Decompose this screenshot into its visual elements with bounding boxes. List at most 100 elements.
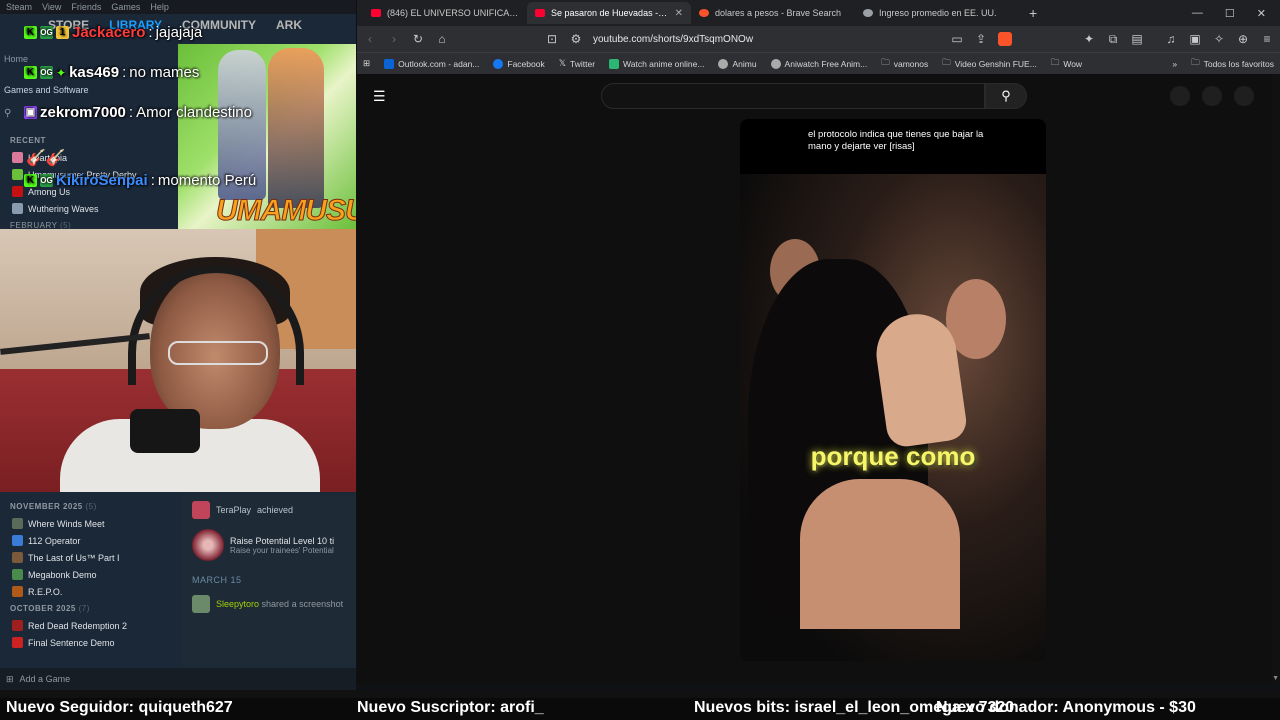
game-icon — [12, 552, 23, 563]
tab-universo[interactable]: (846) EL UNIVERSO UNIFICADO VALV — [363, 2, 527, 24]
game-megabonk[interactable]: Megabonk Demo — [0, 566, 176, 583]
bookmark-twitter[interactable]: 𝕏 Twitter — [559, 58, 595, 69]
site-info-icon[interactable]: ⚙ — [569, 32, 583, 46]
new-tab-button[interactable]: + — [1019, 5, 1047, 21]
game-repo[interactable]: R.E.P.O. — [0, 583, 176, 600]
avatar[interactable] — [1234, 86, 1254, 106]
search-button[interactable]: ⚲ — [985, 83, 1027, 109]
browser-window: (846) EL UNIVERSO UNIFICADO VALV Se pasa… — [357, 0, 1280, 684]
tab-brave-search[interactable]: dolares a pesos - Brave Search — [691, 2, 855, 24]
steam-menu-games[interactable]: Games — [111, 2, 140, 12]
apps-icon[interactable]: ⊞ — [363, 58, 370, 69]
forward-icon[interactable]: › — [387, 32, 401, 46]
maximize-icon[interactable]: ☐ — [1225, 7, 1235, 20]
feed-date: MARCH 15 — [192, 575, 242, 585]
og-badge-icon: OG — [40, 174, 53, 187]
steam-menu-friends[interactable]: Friends — [71, 2, 101, 12]
chat-username: zekrom7000 — [40, 104, 126, 121]
home-icon[interactable]: ⌂ — [435, 32, 449, 46]
bookmark-outlook[interactable]: Outlook.com - adan... — [384, 58, 479, 69]
cast-icon[interactable]: ▭ — [950, 32, 964, 46]
bookmark-aniwatch[interactable]: Aniwatch Free Anim... — [770, 58, 867, 69]
twitch-badge-icon: ▣ — [24, 106, 37, 119]
achievement-card[interactable]: Raise Potential Level 10 ti Raise your t… — [192, 529, 346, 561]
steam-menu-view[interactable]: View — [42, 2, 61, 12]
url-bar[interactable]: youtube.com/shorts/9xdTsqmONOw — [593, 34, 940, 45]
search-input[interactable] — [601, 83, 985, 109]
gift-badge-icon: 1 — [56, 26, 69, 39]
music-icon[interactable]: ♫ — [1164, 32, 1178, 46]
game-112-operator[interactable]: 112 Operator — [0, 532, 176, 549]
add-game-bar[interactable]: ⊞ Add a Game — [0, 668, 356, 690]
extension-icon[interactable]: ✦ — [1082, 32, 1096, 46]
screen: Steam View Friends Games Help STORE LIBR… — [0, 0, 1280, 720]
sparkle-icon: ✦ — [56, 65, 67, 80]
steam-menu-help[interactable]: Help — [150, 2, 169, 12]
game-wuthering-waves[interactable]: Wuthering Waves — [0, 200, 176, 217]
window-controls: — ☐ ✕ — [1192, 7, 1280, 20]
vpn-icon[interactable]: ⊕ — [1236, 32, 1250, 46]
menu-icon[interactable]: ≡ — [1260, 32, 1274, 46]
wallet-icon[interactable]: ▣ — [1188, 32, 1202, 46]
bookmark-wow[interactable]: 🗀 Wow — [1051, 57, 1082, 71]
bookmark-watch-anime[interactable]: Watch anime online... — [609, 58, 704, 69]
notifications-icon[interactable] — [1202, 86, 1222, 106]
chat-message: ▣ zekrom7000 : Amor clandestino — [24, 104, 252, 121]
avatar[interactable] — [192, 501, 210, 519]
scroll-down-icon[interactable]: ▼ — [1272, 675, 1279, 682]
bookmark-video-genshin[interactable]: 🗀 Video Genshin FUE... — [942, 57, 1037, 71]
leo-icon[interactable]: ✧ — [1212, 32, 1226, 46]
ticker-divider — [0, 690, 1280, 698]
bookmark-animu[interactable]: Animu — [718, 58, 757, 69]
game-rdr2[interactable]: Red Dead Redemption 2 — [0, 617, 176, 634]
minimize-icon[interactable]: — — [1192, 7, 1203, 20]
game-icon — [12, 637, 23, 648]
bookmark-vamonos[interactable]: 🗀 vamonos — [881, 57, 928, 71]
yt-header-icons — [1170, 86, 1254, 106]
search-icon[interactable]: ⚲ — [4, 108, 11, 119]
back-icon[interactable]: ‹ — [363, 32, 377, 46]
achievement-title: Raise Potential Level 10 ti — [230, 535, 335, 546]
bookmark-icon[interactable]: ⊡ — [545, 32, 559, 46]
game-where-winds-meet[interactable]: Where Winds Meet — [0, 515, 176, 532]
puzzle-icon[interactable]: ⧉ — [1106, 32, 1120, 47]
library-filter[interactable]: Games and Software — [4, 85, 89, 95]
create-icon[interactable] — [1170, 86, 1190, 106]
reload-icon[interactable]: ↻ — [411, 32, 425, 46]
bookmark-facebook[interactable]: Facebook — [493, 58, 545, 69]
achievement-desc: Raise your trainees' Potential — [230, 545, 334, 555]
shorts-video-player[interactable]: el protocolo indica que tienes que bajar… — [740, 119, 1046, 661]
chevron-right-icon[interactable]: » — [1172, 59, 1177, 69]
chat-username: kas469 — [69, 64, 120, 81]
kick-badge-icon: K — [24, 26, 37, 39]
chat-username: Jackacero — [72, 24, 146, 41]
hamburger-menu-icon[interactable]: ☰ — [373, 88, 386, 105]
folder-icon: 🗀 — [881, 56, 890, 67]
tab-huevadas[interactable]: Se pasaron de Huevadas - YouTube ✕ — [527, 2, 691, 24]
youtube-icon — [371, 9, 381, 17]
close-window-icon[interactable]: ✕ — [1257, 7, 1266, 20]
search-icon: ⚲ — [1001, 88, 1011, 103]
library-home[interactable]: Home — [4, 54, 28, 64]
tab-ingreso[interactable]: Ingreso promedio en EE. UU. — [855, 2, 1019, 24]
sidebar-icon[interactable]: ▤ — [1130, 32, 1144, 46]
steam-menu-steam[interactable]: Steam — [6, 2, 32, 12]
glasses — [168, 341, 268, 365]
guitar-emote-icon: 🎸🎸 — [26, 150, 66, 167]
game-last-of-us[interactable]: The Last of Us™ Part I — [0, 549, 176, 566]
nav-ark[interactable]: ARK — [276, 18, 302, 36]
share-icon[interactable]: ⇪ — [974, 32, 988, 46]
chat-text: no mames — [129, 64, 200, 81]
brave-shield-icon[interactable] — [998, 32, 1012, 46]
game-icon — [12, 620, 23, 631]
feed-screenshot[interactable]: Sleepytoro shared a screenshot — [182, 589, 356, 619]
game-final-sentence[interactable]: Final Sentence Demo — [0, 634, 176, 651]
all-bookmarks[interactable]: 🗀 Todos los favoritos — [1191, 57, 1274, 71]
kick-badge-icon: K — [24, 66, 37, 79]
steam-menu-bar: Steam View Friends Games Help — [0, 0, 356, 14]
close-icon[interactable]: ✕ — [675, 8, 683, 19]
video-caption-top: el protocolo indica que tienes que bajar… — [808, 129, 984, 152]
character-figure — [268, 48, 324, 208]
game-icon — [12, 169, 23, 180]
scrollbar[interactable]: ▼ — [1272, 74, 1280, 684]
